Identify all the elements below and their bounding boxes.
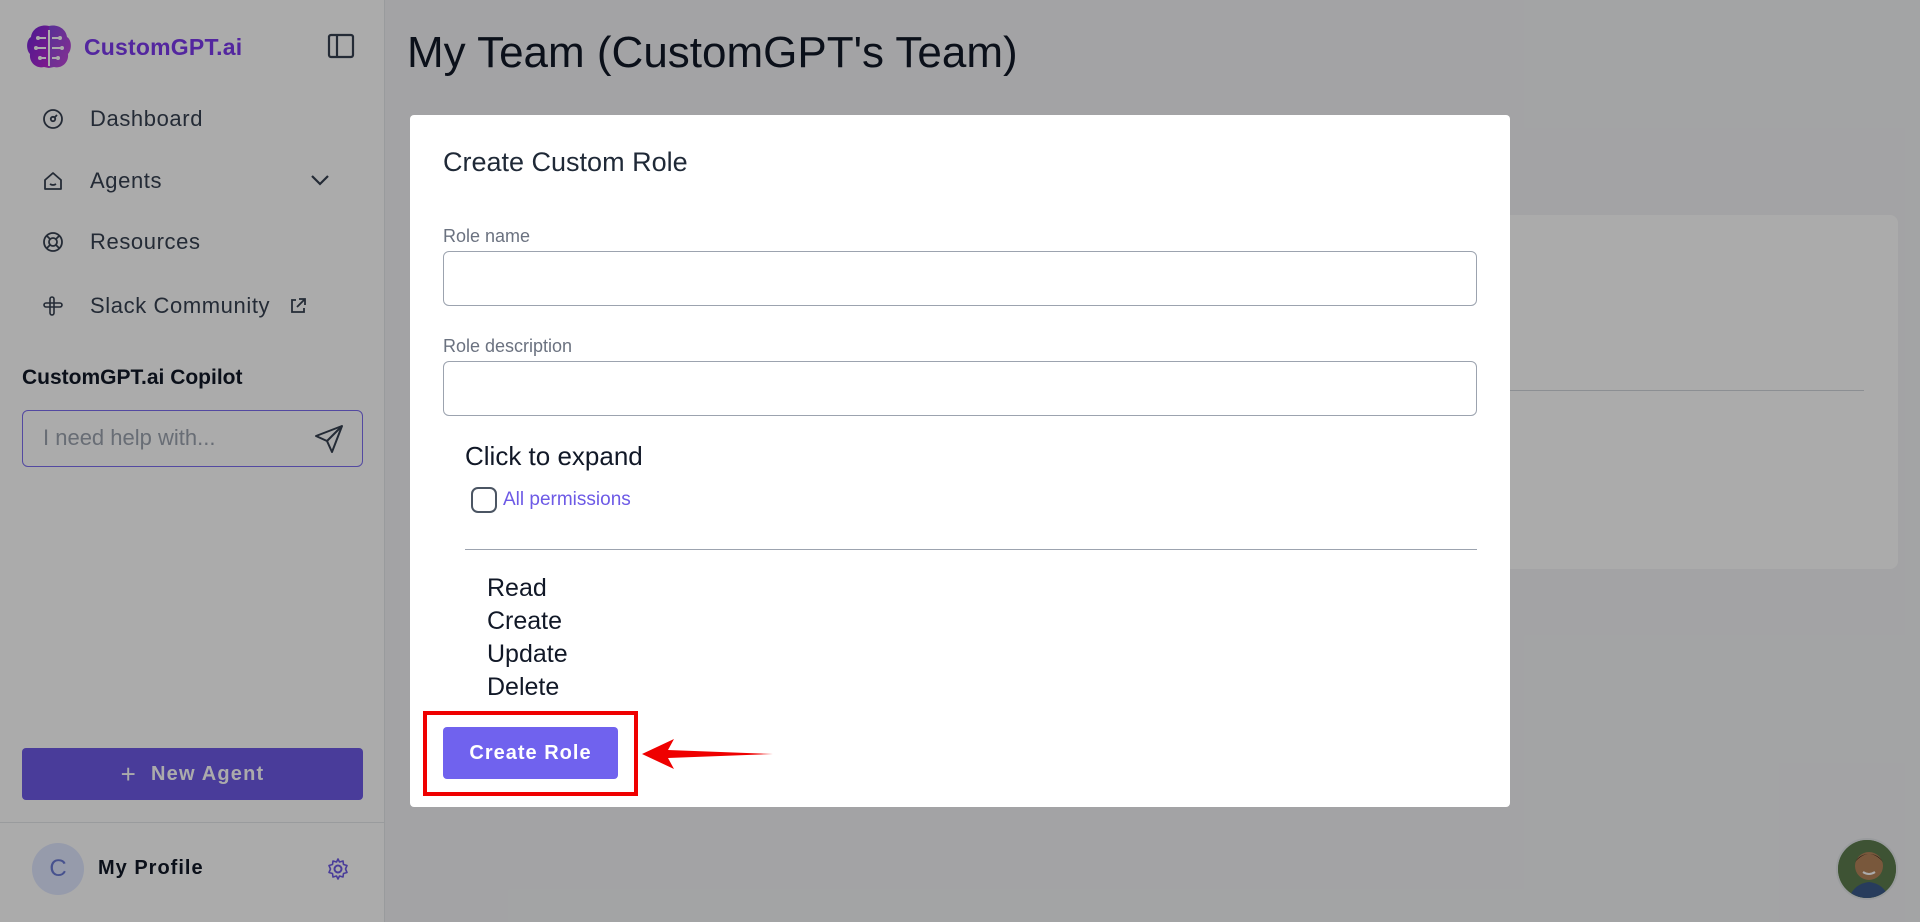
permission-item-delete: Delete (487, 673, 560, 701)
create-role-modal: Create Custom Role Role name Role descri… (410, 115, 1510, 807)
annotation-arrow-icon (642, 739, 773, 769)
permission-item-read: Read (487, 574, 547, 602)
role-description-input[interactable] (443, 361, 1477, 416)
expand-toggle[interactable]: Click to expand (465, 441, 643, 472)
role-name-label: Role name (443, 226, 531, 246)
role-description-label: Role description (443, 336, 573, 356)
all-permissions-checkbox[interactable] (471, 487, 497, 513)
modal-title: Create Custom Role (443, 147, 688, 177)
divider (465, 549, 1477, 550)
permission-item-update: Update (487, 640, 568, 668)
all-permissions-label[interactable]: All permissions (503, 489, 631, 511)
annotation-highlight-box (423, 711, 638, 796)
permission-item-create: Create (487, 607, 563, 635)
role-name-input[interactable] (443, 251, 1477, 306)
